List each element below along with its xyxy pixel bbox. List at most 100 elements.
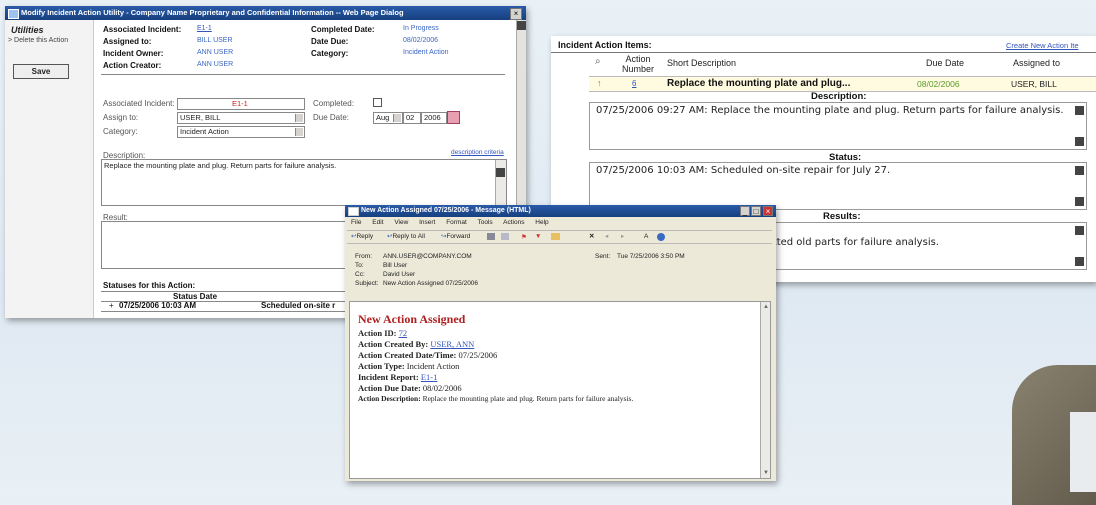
created-by-link[interactable]: USER, ANN xyxy=(430,339,474,349)
menu-insert[interactable]: Insert xyxy=(419,219,435,226)
plus-icon[interactable]: + xyxy=(109,301,114,310)
folder-icon[interactable] xyxy=(551,233,560,240)
subject-value: New Action Assigned 07/25/2006 xyxy=(383,280,479,287)
status-scroll-down-icon[interactable] xyxy=(1075,197,1084,206)
menu-file[interactable]: File xyxy=(351,219,361,226)
calendar-icon[interactable] xyxy=(447,111,460,124)
results-scroll-down-icon[interactable] xyxy=(1075,257,1084,266)
item-assigned-to: USER, BILL xyxy=(1011,79,1057,89)
minimize-icon[interactable]: _ xyxy=(740,206,750,216)
form-category-value: Incident Action xyxy=(180,127,229,136)
status-box: 07/25/2006 10:03 AM: Scheduled on-site r… xyxy=(589,162,1087,210)
due-year-field[interactable]: 2006 xyxy=(421,112,447,124)
cc-value: David User xyxy=(383,271,416,278)
forward-button[interactable]: ↪Forward xyxy=(441,231,470,243)
email-line-created-dt: Action Created Date/Time: 07/25/2006 xyxy=(358,350,497,360)
maximize-icon[interactable]: □ xyxy=(751,206,761,216)
menu-format[interactable]: Format xyxy=(446,219,467,226)
previous-item-icon[interactable]: ◂ xyxy=(605,231,608,243)
print-icon[interactable] xyxy=(487,233,495,240)
action-id-link[interactable]: 72 xyxy=(399,328,408,338)
subject-label: Subject: xyxy=(355,280,379,287)
reply-all-button[interactable]: ↩Reply to All xyxy=(387,231,425,243)
description-textarea[interactable]: Replace the mounting plate and plug. Ret… xyxy=(101,159,507,206)
due-label: Action Due Date: xyxy=(358,383,421,393)
copy-icon[interactable] xyxy=(501,233,509,240)
form-assoc-incident-value: E1-1 xyxy=(232,99,248,108)
form-assoc-incident-field[interactable]: E1-1 xyxy=(177,98,305,110)
save-button[interactable]: Save xyxy=(13,64,69,79)
due-day-field[interactable]: 02 xyxy=(403,112,421,124)
menu-edit[interactable]: Edit xyxy=(372,219,383,226)
font-size-icon[interactable]: A xyxy=(644,231,648,243)
email-line-created-by: Action Created By: USER, ANN xyxy=(358,339,474,349)
summary-assoc-incident-value[interactable]: E1-1 xyxy=(197,25,212,32)
summary-assigned-to-value: BILL USER xyxy=(197,37,233,44)
due-value: 08/02/2006 xyxy=(422,383,462,393)
menu-tools[interactable]: Tools xyxy=(477,219,492,226)
menu-help[interactable]: Help xyxy=(535,219,548,226)
help-icon[interactable] xyxy=(657,233,665,241)
menu-view[interactable]: View xyxy=(394,219,408,226)
delete-icon[interactable]: ✕ xyxy=(589,231,594,243)
form-category-label: Category: xyxy=(103,127,138,136)
created-dt-value: 07/25/2006 xyxy=(458,350,498,360)
description-text: Replace the mounting plate and plug. Ret… xyxy=(104,161,337,170)
form-category-select[interactable]: Incident Action xyxy=(177,126,305,138)
results-scroll-up-icon[interactable] xyxy=(1075,226,1084,235)
due-month-select[interactable]: Aug xyxy=(373,112,403,124)
completed-checkbox[interactable] xyxy=(373,98,382,107)
form-assign-to-select[interactable]: USER, BILL xyxy=(177,112,305,124)
desc-label: Action Description: xyxy=(358,394,421,403)
delete-action-link[interactable]: > Delete this Action xyxy=(8,37,68,44)
flag-icon[interactable]: ⚑ xyxy=(521,232,527,244)
next-item-icon[interactable]: ▸ xyxy=(621,231,624,243)
sent-value: Tue 7/25/2006 3:50 PM xyxy=(617,253,685,260)
item-row[interactable]: ↑ 6 Replace the mounting plate and plug.… xyxy=(589,76,1096,92)
description-scroll-up-icon[interactable] xyxy=(1075,106,1084,115)
app-icon xyxy=(8,9,19,19)
item-number[interactable]: 6 xyxy=(632,79,636,88)
summary-date-due-label: Date Due: xyxy=(311,37,349,46)
incident-link[interactable]: E1-1 xyxy=(421,372,438,382)
email-body: New Action Assigned Action ID: 72 Action… xyxy=(349,301,771,479)
created-by-label: Action Created By: xyxy=(358,339,429,349)
reply-button[interactable]: ↩Reply xyxy=(351,231,373,243)
description-scroll-down-icon[interactable] xyxy=(1075,137,1084,146)
search-icon[interactable]: ⌕ xyxy=(595,56,601,67)
menu-actions[interactable]: Actions xyxy=(503,219,524,226)
summary-date-due-value: 08/02/2006 xyxy=(403,37,439,44)
email-close-icon[interactable]: × xyxy=(763,206,773,216)
form-due-date-label: Due Date: xyxy=(313,113,350,122)
email-scroll-up-icon[interactable]: ▲ xyxy=(763,304,769,310)
description-criteria-link[interactable]: description criteria xyxy=(451,149,504,156)
summary-action-creator-label: Action Creator: xyxy=(103,61,162,70)
item-short-description: Replace the mounting plate and plug... xyxy=(667,78,851,89)
filter-icon[interactable]: ▼ xyxy=(535,231,541,243)
status-scroll-up-icon[interactable] xyxy=(1075,166,1084,175)
from-value: ANN.USER@COMPANY.COM xyxy=(383,253,472,260)
description-scrollbar[interactable] xyxy=(495,160,506,205)
dialog-scroll-up-icon[interactable] xyxy=(517,21,526,30)
items-title-divider xyxy=(551,52,1096,53)
expand-arrow-icon[interactable]: ↑ xyxy=(597,78,602,88)
incident-label: Incident Report: xyxy=(358,372,419,382)
email-body-scrollbar[interactable] xyxy=(760,302,770,478)
dialog-title: Modify Incident Action Utility - Company… xyxy=(21,8,404,17)
reply-all-label: Reply to All xyxy=(392,233,425,240)
summary-assoc-incident-label: Associated Incident: xyxy=(103,25,182,34)
due-month-value: Aug xyxy=(376,113,390,122)
item-due-date: 08/02/2006 xyxy=(917,79,960,89)
create-action-link[interactable]: Create New Action Ite xyxy=(1006,41,1079,50)
scroll-up-icon[interactable] xyxy=(496,168,505,177)
summary-incident-owner-value: ANN USER xyxy=(197,49,234,56)
col-action-number: Action Number xyxy=(621,54,654,74)
cc-label: Cc: xyxy=(355,271,365,278)
summary-action-creator-value: ANN USER xyxy=(197,61,234,68)
form-assign-to-label: Assign to: xyxy=(103,113,139,122)
close-icon[interactable]: × xyxy=(510,8,522,20)
col-status-date: Status Date xyxy=(173,292,218,301)
col-short-description: Short Description xyxy=(667,58,737,68)
items-title: Incident Action Items: xyxy=(558,40,652,50)
email-scroll-down-icon[interactable]: ▼ xyxy=(763,470,769,476)
